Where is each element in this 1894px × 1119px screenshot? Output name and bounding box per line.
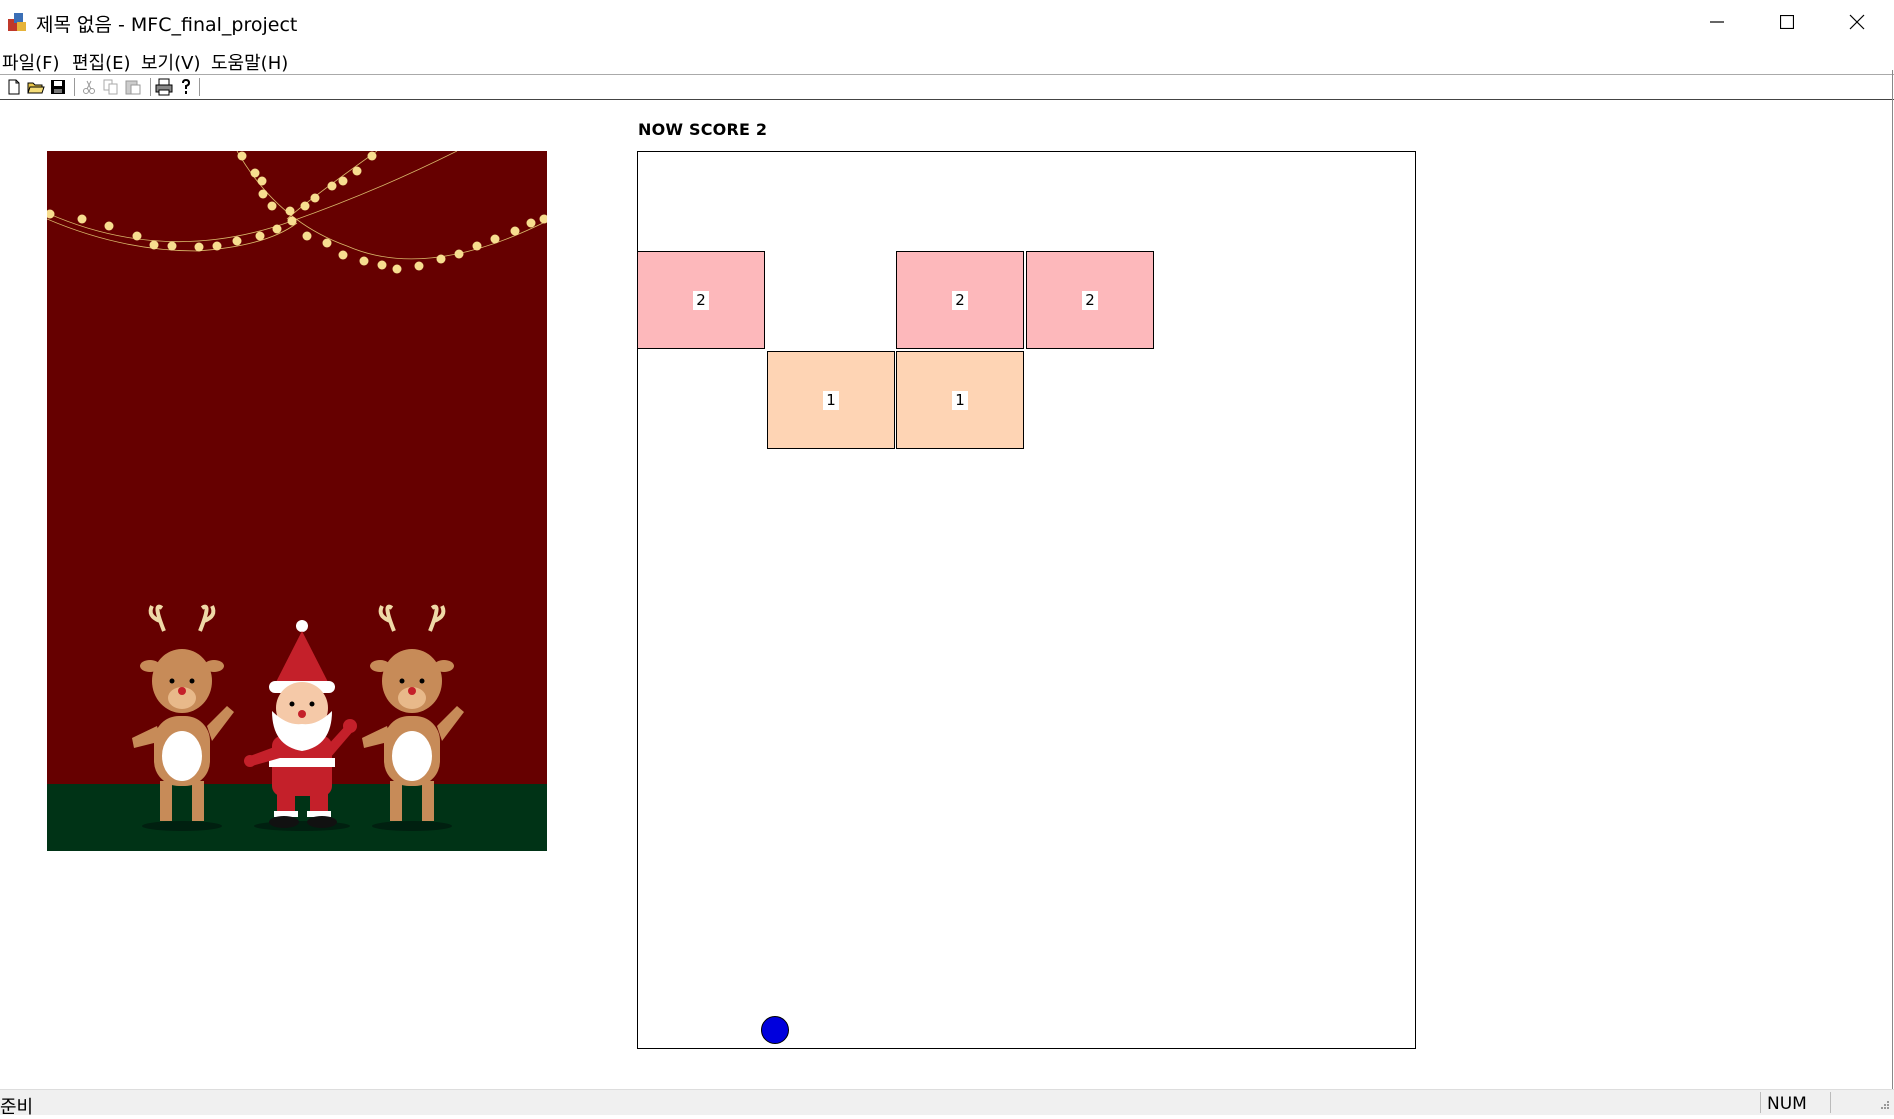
ball — [761, 1016, 789, 1044]
toolbar-bottom-border — [0, 99, 1894, 100]
minimize-icon — [1710, 21, 1724, 23]
brick: 1 — [767, 351, 895, 449]
toolbar-separator — [199, 78, 200, 96]
paste-icon[interactable] — [124, 78, 142, 96]
window-title: 제목 없음 - MFC_final_project — [36, 14, 298, 36]
menu-edit[interactable]: 편집(E) — [72, 49, 131, 75]
close-icon — [1849, 14, 1865, 30]
toolbar-separator — [74, 78, 75, 96]
title-bar: 제목 없음 - MFC_final_project — [0, 0, 1894, 44]
menu-help[interactable]: 도움말(H) — [211, 49, 288, 75]
brick-hit-count: 2 — [693, 290, 709, 310]
brick: 2 — [1026, 251, 1154, 349]
toolbar-separator — [150, 78, 151, 96]
maximize-button[interactable] — [1752, 0, 1822, 44]
help-icon[interactable] — [177, 78, 195, 96]
copy-icon[interactable] — [102, 78, 120, 96]
mfc-app-icon — [8, 13, 26, 31]
toolbar-divider — [0, 74, 1894, 75]
score-label: NOW SCORE 2 — [638, 120, 768, 139]
cut-icon[interactable] — [80, 78, 98, 96]
game-area[interactable]: 2 2 2 1 1 — [637, 151, 1416, 1049]
brick-hit-count: 2 — [1082, 290, 1098, 310]
status-bar: 준비 NUM — [0, 1089, 1894, 1118]
status-pane-divider — [1830, 1092, 1831, 1113]
status-pane-divider — [1760, 1092, 1761, 1113]
status-ready-text: 준비 — [0, 1097, 34, 1118]
minimize-button[interactable] — [1682, 0, 1752, 44]
brick-hit-count: 1 — [952, 390, 968, 410]
save-icon[interactable] — [49, 78, 67, 96]
brick-hit-count: 1 — [823, 390, 839, 410]
open-folder-icon[interactable] — [27, 78, 45, 96]
toolbar — [0, 76, 1894, 98]
status-num-indicator: NUM — [1767, 1094, 1807, 1114]
brick-hit-count: 2 — [952, 290, 968, 310]
christmas-picture — [47, 151, 547, 851]
menu-file[interactable]: 파일(F) — [2, 49, 60, 75]
menu-bar: 파일(F) 편집(E) 보기(V) 도움말(H) — [0, 47, 1894, 75]
new-file-icon[interactable] — [5, 78, 23, 96]
brick: 1 — [896, 351, 1024, 449]
maximize-icon — [1780, 15, 1794, 29]
menu-view[interactable]: 보기(V) — [141, 49, 200, 75]
brick: 2 — [637, 251, 765, 349]
brick: 2 — [896, 251, 1024, 349]
resize-grip-icon[interactable] — [1876, 1098, 1890, 1112]
print-icon[interactable] — [155, 78, 173, 96]
window-right-border — [1892, 70, 1893, 1110]
close-button[interactable] — [1822, 0, 1892, 44]
